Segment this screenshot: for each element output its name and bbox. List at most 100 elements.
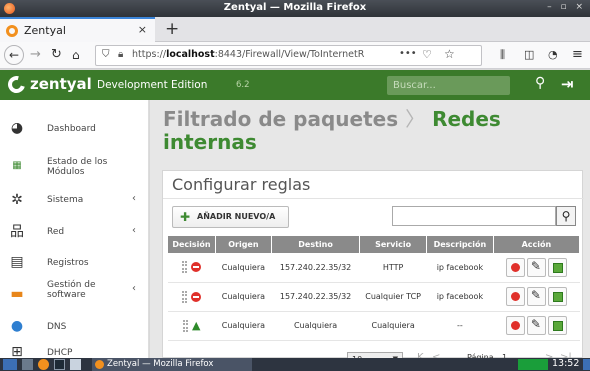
new-tab-button[interactable]: + (165, 19, 179, 39)
actions-cell (493, 253, 580, 283)
table-row: Cualquiera 157.240.22.35/32 HTTP ip face… (168, 253, 580, 283)
breadcrumb-separator: 〉 (405, 107, 426, 131)
extension-icon[interactable]: ◔ (548, 46, 558, 64)
main-content: Filtrado de paquetes 〉 Redes internas Co… (150, 100, 590, 367)
terminal-icon[interactable] (54, 359, 65, 370)
clone-button[interactable] (547, 287, 567, 306)
column-header: Servicio (359, 236, 428, 253)
column-header: Descripción (426, 236, 494, 253)
deny-icon (191, 291, 202, 302)
service-cell: Cualquier TCP (359, 282, 427, 312)
brand-name[interactable]: zentyal (30, 75, 92, 93)
column-header: Destino (271, 236, 361, 253)
version-label: 6.2 (236, 80, 250, 90)
edit-button[interactable] (526, 257, 546, 277)
reload-button[interactable]: ↻ (51, 46, 62, 64)
network-icon: 品 (10, 224, 24, 240)
forward-button[interactable]: → (30, 46, 41, 64)
edit-button[interactable] (526, 316, 546, 335)
actions-cell (493, 282, 580, 312)
sidebar: ◕ Dashboard ▦ Estado de los Módulos ✲ Si… (0, 100, 149, 360)
url-text[interactable]: https://localhost:8443/Firewall/View/ToI… (132, 49, 382, 60)
logout-icon[interactable]: ⇥ (561, 75, 574, 93)
description-cell: ip facebook (426, 253, 494, 283)
description-cell: ip facebook (426, 282, 494, 312)
filter-input[interactable] (392, 206, 556, 226)
lock-icon[interactable]: 🔒︎ (118, 49, 123, 60)
network-monitor-icon[interactable] (518, 359, 548, 370)
decision-cell: ▲ (168, 311, 216, 341)
firefox-icon (95, 360, 104, 369)
clone-button[interactable] (547, 257, 567, 277)
sidebar-item-label: Red (47, 227, 65, 237)
edit-button[interactable] (526, 287, 546, 306)
drag-handle-icon[interactable] (182, 290, 188, 303)
show-desktop-icon[interactable] (70, 359, 81, 370)
sidebar-item-logs[interactable]: ▤ Registros (0, 246, 149, 280)
tab-zentyal[interactable]: Zentyal × (0, 17, 155, 42)
sidebar-item-module-status[interactable]: ▦ Estado de los Módulos (0, 150, 149, 184)
breadcrumb-parent[interactable]: Filtrado de paquetes (163, 107, 398, 131)
start-menu-icon[interactable] (3, 359, 17, 370)
sidebar-item-label: DNS (47, 322, 67, 332)
sidebar-item-label: Sistema (47, 195, 84, 205)
tab-close-icon[interactable]: × (138, 23, 147, 36)
sidebar-item-dashboard[interactable]: ◕ Dashboard (0, 112, 149, 146)
drag-handle-icon[interactable] (182, 261, 188, 274)
url-bar[interactable]: ⛉ 🔒︎ https://localhost:8443/Firewall/Vie… (95, 45, 482, 66)
description-cell: -- (426, 311, 494, 341)
navigation-toolbar: ← → ↻ ⌂ ⛉ 🔒︎ https://localhost:8443/Fire… (0, 42, 590, 69)
table-row: Cualquiera 157.240.22.35/32 Cualquier TC… (168, 282, 580, 312)
app-header: zentyal Development Edition 6.2 ⚲ ⇥ (0, 70, 590, 100)
origin-cell: Cualquiera (215, 311, 272, 341)
home-button[interactable]: ⌂ (72, 46, 80, 64)
actions-cell (493, 311, 580, 341)
sidebar-item-network[interactable]: 品 Red ‹ (0, 216, 149, 250)
column-header: Origen (215, 236, 272, 253)
destination-cell: Cualquiera (271, 311, 360, 341)
modules-icon: ▦ (12, 160, 22, 171)
tab-label: Zentyal (24, 24, 66, 37)
filter-search-button[interactable]: ⚲ (556, 206, 576, 226)
column-header: Decisión (168, 236, 216, 253)
sidebar-item-label: Estado de los Módulos (47, 157, 108, 177)
shield-icon[interactable]: ⛉ (102, 49, 110, 60)
window-controls[interactable]: – ▫ × (547, 2, 586, 12)
delete-button[interactable] (505, 316, 525, 335)
library-icon[interactable]: ⫼ (500, 46, 505, 64)
destination-cell: 157.240.22.35/32 (271, 282, 360, 312)
logs-icon: ▤ (10, 254, 24, 270)
sidebar-item-system[interactable]: ✲ Sistema ‹ (0, 184, 149, 218)
back-button[interactable]: ← (4, 45, 24, 65)
delete-button[interactable] (505, 287, 525, 306)
page-title: Filtrado de paquetes 〉 Redes internas (163, 108, 583, 154)
hamburger-menu-icon[interactable]: ≡ (572, 46, 583, 64)
pocket-icon[interactable]: ♡ (422, 48, 432, 61)
window-title: Zentyal — Mozilla Firefox (223, 2, 367, 13)
desktop-corner-button[interactable] (583, 359, 590, 370)
deny-icon (191, 262, 202, 273)
search-icon[interactable]: ⚲ (535, 75, 545, 91)
clone-button[interactable] (547, 316, 567, 335)
rules-panel: Configurar reglas ✚ AÑADIR NUEVO/A ⚲ Dec… (162, 170, 584, 358)
zentyal-logo-icon (4, 72, 29, 97)
destination-cell: 157.240.22.35/32 (271, 253, 360, 283)
file-manager-icon[interactable] (22, 359, 33, 370)
table-row: ▲ Cualquiera Cualquiera Cualquiera -- (168, 311, 580, 341)
taskbar-task-firefox[interactable]: Zentyal — Mozilla Firefox (92, 358, 252, 371)
clock[interactable]: 13:52 (552, 358, 579, 369)
sidebar-toggle-icon[interactable]: ◫ (524, 46, 534, 64)
divider (163, 198, 584, 199)
sidebar-item-software[interactable]: ▬ Gestión de software ‹ (0, 278, 149, 312)
origin-cell: Cualquiera (215, 282, 272, 312)
zentyal-favicon-icon (6, 25, 18, 37)
add-new-button[interactable]: ✚ AÑADIR NUEVO/A (172, 206, 289, 228)
drag-handle-icon[interactable] (182, 319, 188, 332)
search-input[interactable] (387, 76, 510, 95)
panel-title: Configurar reglas (172, 175, 311, 194)
add-new-label: AÑADIR NUEVO/A (197, 212, 276, 221)
bookmark-star-icon[interactable]: ☆ (444, 47, 455, 61)
firefox-launcher-icon[interactable] (38, 359, 49, 370)
page-actions-icon[interactable]: ••• (399, 48, 417, 59)
delete-button[interactable] (505, 257, 525, 277)
